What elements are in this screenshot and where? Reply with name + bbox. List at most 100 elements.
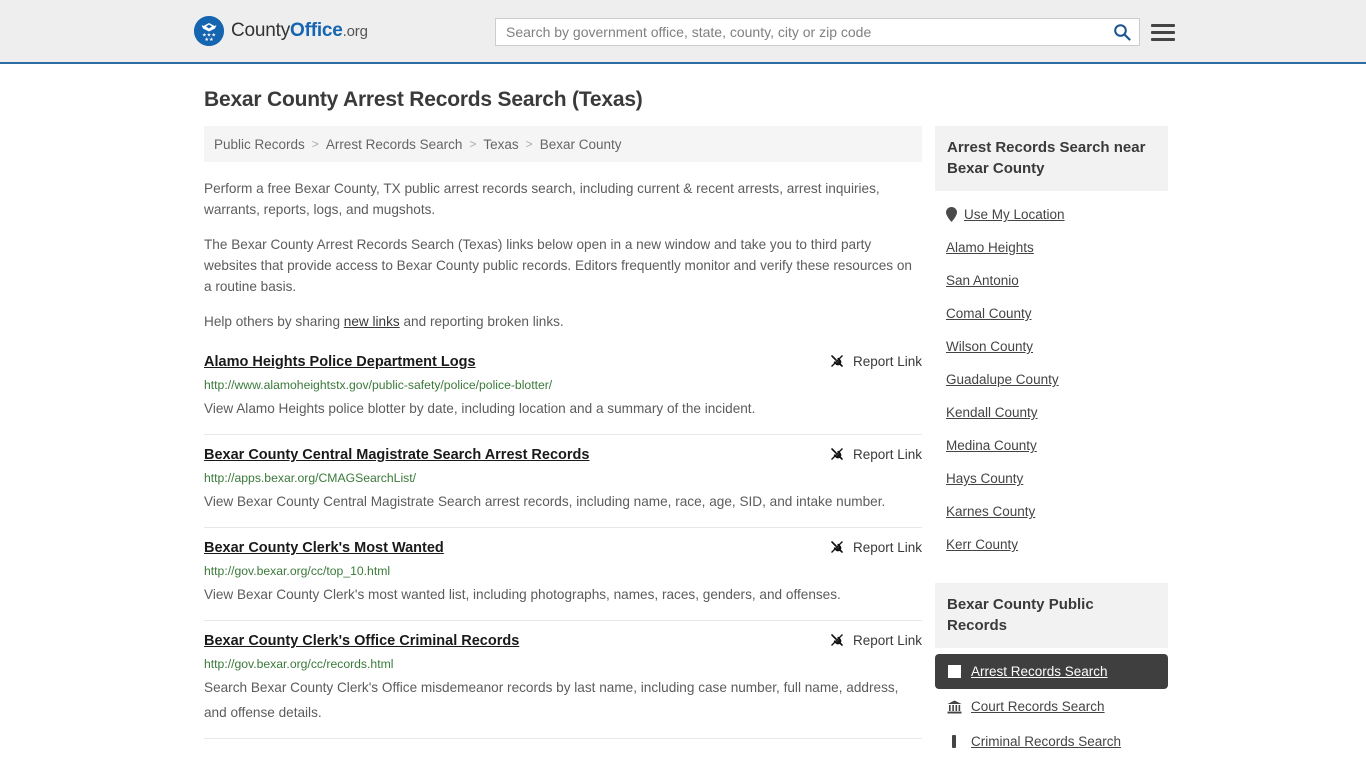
result-url: http://gov.bexar.org/cc/records.html: [204, 657, 394, 671]
near-link[interactable]: Karnes County: [946, 504, 1035, 519]
result-header: Bexar County Clerk's Most Wanted Report …: [204, 538, 922, 558]
breadcrumb: Public Records > Arrest Records Search >…: [204, 126, 922, 162]
breadcrumb-separator: >: [311, 137, 319, 151]
broken-link-icon: [830, 541, 843, 553]
intro-paragraph-1: Perform a free Bexar County, TX public a…: [204, 181, 880, 217]
sidebar-item-hays-county[interactable]: Hays County: [935, 462, 1168, 495]
records-link[interactable]: Court Records Search: [971, 699, 1105, 714]
main-content: Public Records > Arrest Records Search >…: [204, 126, 922, 739]
breadcrumb-item-public-records[interactable]: Public Records: [214, 137, 305, 152]
site-logo-text: CountyOffice.org: [231, 20, 368, 42]
sidebar-near-heading: Arrest Records Search near Bexar County: [935, 126, 1168, 191]
sidebar: Arrest Records Search near Bexar County …: [935, 126, 1168, 759]
near-link[interactable]: Hays County: [946, 471, 1023, 486]
site-logo[interactable]: ★★★ ★★ CountyOffice.org: [194, 16, 368, 46]
brand-part-county: County: [231, 20, 291, 41]
result-title-link[interactable]: Bexar County Clerk's Office Criminal Rec…: [204, 631, 519, 651]
report-link-button[interactable]: Report Link: [829, 538, 922, 555]
result-description: View Alamo Heights police blotter by dat…: [204, 401, 756, 416]
result-description: View Bexar County Central Magistrate Sea…: [204, 494, 886, 509]
report-link-label: Report Link: [852, 632, 922, 648]
search-input[interactable]: [496, 24, 1105, 40]
sidebar-item-guadalupe-county[interactable]: Guadalupe County: [935, 363, 1168, 396]
sidebar-item-kerr-county[interactable]: Kerr County: [935, 528, 1168, 561]
broken-link-icon: [830, 634, 843, 646]
sidebar-item-san-antonio[interactable]: San Antonio: [935, 264, 1168, 297]
near-link[interactable]: Alamo Heights: [946, 240, 1034, 255]
sidebar-item-comal-county[interactable]: Comal County: [935, 297, 1168, 330]
result-url: http://apps.bexar.org/CMAGSearchList/: [204, 471, 417, 485]
sidebar-item-criminal-records-search[interactable]: Criminal Records Search: [935, 724, 1168, 759]
sidebar-item-alamo-heights[interactable]: Alamo Heights: [935, 231, 1168, 264]
page-body: Bexar County Arrest Records Search (Texa…: [0, 88, 1366, 759]
near-link[interactable]: Kendall County: [946, 405, 1038, 420]
report-link-label: Report Link: [852, 539, 922, 555]
search-button[interactable]: [1105, 19, 1139, 45]
sidebar-item-medina-county[interactable]: Medina County: [935, 429, 1168, 462]
brand-part-org: .org: [342, 23, 368, 40]
gavel-icon: [947, 734, 962, 749]
intro-section: Perform a free Bexar County, TX public a…: [204, 178, 922, 332]
near-link[interactable]: San Antonio: [946, 273, 1019, 288]
map-pin-icon: [946, 207, 957, 222]
sidebar-near-list: Use My Location Alamo Heights San Antoni…: [935, 198, 1168, 561]
site-header: ★★★ ★★ CountyOffice.org: [0, 0, 1366, 64]
svg-text:★★: ★★: [204, 37, 214, 43]
report-link-button[interactable]: Report Link: [829, 631, 922, 648]
intro-paragraph-3: Help others by sharing new links and rep…: [204, 311, 922, 332]
report-link-button[interactable]: Report Link: [829, 445, 922, 462]
result-title-link[interactable]: Bexar County Central Magistrate Search A…: [204, 445, 589, 465]
near-link[interactable]: Wilson County: [946, 339, 1033, 354]
result-header: Bexar County Central Magistrate Search A…: [204, 445, 922, 465]
sidebar-item-arrest-records-search[interactable]: Arrest Records Search: [935, 654, 1168, 689]
breadcrumb-item-arrest-records-search[interactable]: Arrest Records Search: [326, 137, 463, 152]
near-link[interactable]: Comal County: [946, 306, 1032, 321]
result-item: Bexar County Central Magistrate Search A…: [204, 435, 922, 528]
sidebar-item-use-my-location[interactable]: Use My Location: [935, 198, 1168, 231]
near-link[interactable]: Guadalupe County: [946, 372, 1059, 387]
result-item: Alamo Heights Police Department Logs Rep…: [204, 346, 922, 435]
sidebar-item-karnes-county[interactable]: Karnes County: [935, 495, 1168, 528]
sidebar-records-list: Arrest Records Search Court Records Sear…: [935, 654, 1168, 759]
result-header: Bexar County Clerk's Office Criminal Rec…: [204, 631, 922, 651]
brand-part-office: Office: [290, 20, 343, 41]
sidebar-item-kendall-county[interactable]: Kendall County: [935, 396, 1168, 429]
report-link-label: Report Link: [852, 353, 922, 369]
sidebar-records-heading: Bexar County Public Records: [935, 583, 1168, 648]
result-item: Bexar County Clerk's Office Criminal Rec…: [204, 621, 922, 739]
hamburger-bar: [1151, 37, 1175, 41]
breadcrumb-item-texas[interactable]: Texas: [483, 137, 518, 152]
intro-paragraph-2: The Bexar County Arrest Records Search (…: [204, 237, 912, 294]
new-links-link[interactable]: new links: [344, 314, 400, 329]
search-icon: [1114, 24, 1131, 41]
hamburger-menu-icon[interactable]: [1151, 20, 1175, 44]
result-item: Bexar County Clerk's Most Wanted Report …: [204, 528, 922, 621]
hamburger-bar: [1151, 23, 1175, 27]
result-url: http://www.alamoheightstx.gov/public-saf…: [204, 378, 553, 392]
result-header: Alamo Heights Police Department Logs Rep…: [204, 352, 922, 372]
breadcrumb-item-bexar-county[interactable]: Bexar County: [540, 137, 622, 152]
sidebar-item-court-records-search[interactable]: Court Records Search: [935, 689, 1168, 724]
near-link[interactable]: Kerr County: [946, 537, 1018, 552]
report-link-label: Report Link: [852, 446, 922, 462]
report-link-button[interactable]: Report Link: [829, 352, 922, 369]
search-bar[interactable]: [495, 18, 1140, 46]
page-title: Bexar County Arrest Records Search (Texa…: [204, 88, 643, 111]
results-list: Alamo Heights Police Department Logs Rep…: [204, 346, 922, 739]
breadcrumb-separator: >: [525, 137, 533, 151]
near-link[interactable]: Medina County: [946, 438, 1037, 453]
courthouse-icon: [947, 699, 962, 714]
sidebar-item-wilson-county[interactable]: Wilson County: [935, 330, 1168, 363]
broken-link-icon: [830, 448, 843, 460]
breadcrumb-separator: >: [469, 137, 477, 151]
hamburger-bar: [1151, 30, 1175, 34]
use-my-location-link[interactable]: Use My Location: [964, 207, 1065, 222]
records-link[interactable]: Arrest Records Search: [971, 664, 1108, 679]
broken-link-icon: [830, 355, 843, 367]
result-title-link[interactable]: Bexar County Clerk's Most Wanted: [204, 538, 444, 558]
result-url: http://gov.bexar.org/cc/top_10.html: [204, 564, 391, 578]
document-icon: [947, 664, 962, 679]
intro-p3-after: and reporting broken links.: [399, 314, 564, 329]
records-link[interactable]: Criminal Records Search: [971, 734, 1121, 749]
result-title-link[interactable]: Alamo Heights Police Department Logs: [204, 352, 476, 372]
